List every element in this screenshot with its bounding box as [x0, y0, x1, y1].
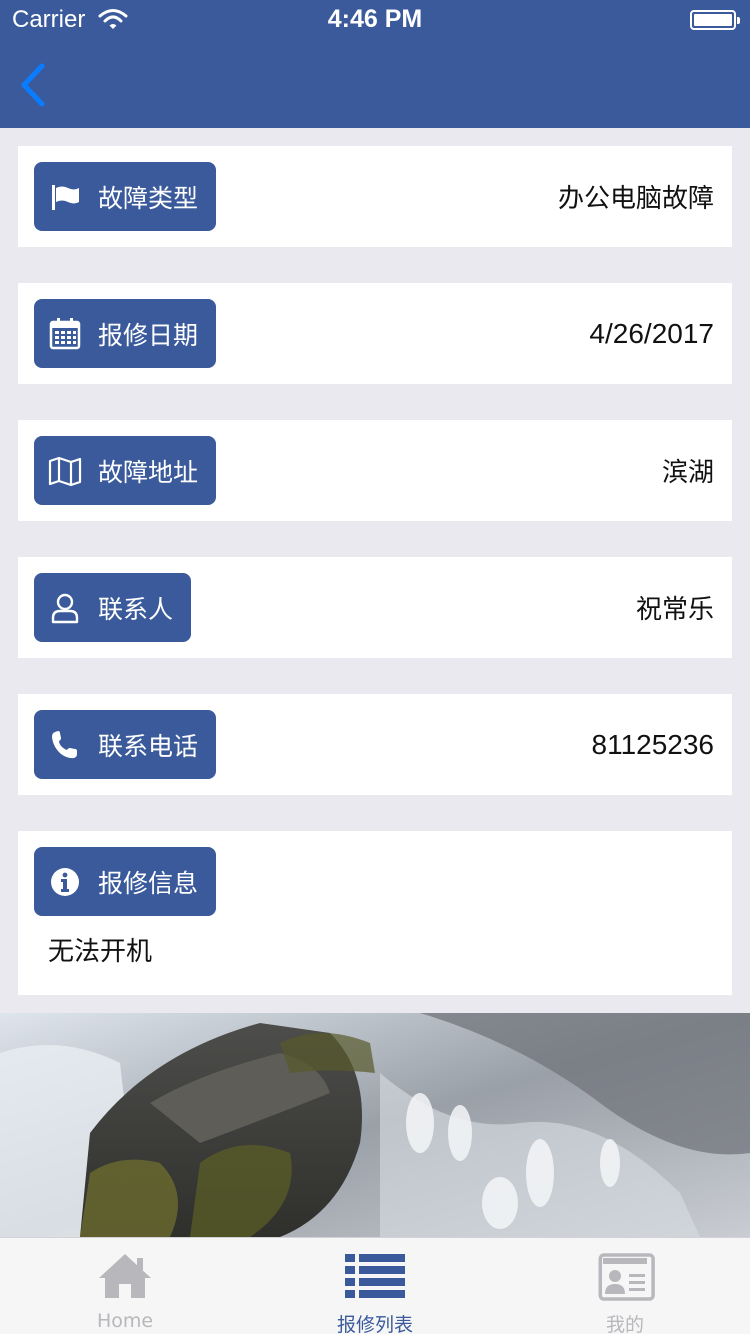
contact-person-badge: 联系人 — [34, 573, 192, 642]
list-icon — [345, 1248, 405, 1304]
fault-address-row: 故障地址 滨湖 — [18, 420, 732, 521]
repair-date-value: 4/26/2017 — [589, 317, 714, 349]
waterfall-rock-photo — [0, 1013, 750, 1237]
back-button[interactable] — [16, 60, 56, 110]
contact-person-value: 祝常乐 — [635, 595, 714, 625]
repair-info-block: 报修信息 无法开机 — [18, 831, 732, 995]
id-card-icon — [595, 1248, 655, 1304]
contact-phone-row: 联系电话 81125236 — [18, 694, 732, 795]
info-icon — [48, 865, 82, 899]
fault-type-badge: 故障类型 — [34, 162, 217, 231]
status-bar: Carrier 4:46 PM — [0, 0, 750, 40]
contact-phone-value: 81125236 — [591, 728, 715, 760]
tab-bar: Home 报修列表 我的 — [0, 1237, 750, 1334]
navigation-bar: Carrier 4:46 PM — [0, 0, 750, 128]
calendar-icon — [48, 317, 82, 351]
fault-type-value: 办公电脑故障 — [557, 184, 714, 214]
fault-type-row: 故障类型 办公电脑故障 — [18, 146, 732, 247]
tab-home[interactable]: Home — [0, 1238, 250, 1334]
tab-home-label: Home — [96, 1310, 154, 1332]
tab-mine[interactable]: 我的 — [500, 1238, 750, 1334]
home-icon — [95, 1248, 155, 1304]
repair-info-badge: 报修信息 — [34, 847, 217, 916]
map-icon — [48, 454, 82, 488]
fault-type-label: 故障类型 — [98, 183, 199, 213]
repair-info-text: 无法开机 — [48, 937, 153, 967]
repair-date-row: 报修日期 4/26/2017 — [18, 283, 732, 384]
fault-address-value: 滨湖 — [661, 458, 714, 488]
tab-repair-list[interactable]: 报修列表 — [250, 1238, 500, 1334]
repair-info-label: 报修信息 — [98, 868, 199, 898]
chevron-left-icon — [21, 63, 45, 107]
phone-icon — [48, 728, 82, 762]
repair-date-badge: 报修日期 — [34, 299, 217, 368]
status-time: 4:46 PM — [327, 5, 423, 33]
contact-phone-badge: 联系电话 — [34, 710, 217, 779]
contact-person-label: 联系人 — [98, 594, 174, 624]
battery-icon — [690, 10, 740, 30]
contact-phone-label: 联系电话 — [98, 731, 199, 761]
tab-mine-label: 我的 — [605, 1314, 644, 1334]
tab-repair-list-label: 报修列表 — [336, 1314, 413, 1334]
user-icon — [48, 591, 82, 625]
repair-date-label: 报修日期 — [98, 320, 199, 350]
fault-address-label: 故障地址 — [98, 457, 199, 487]
contact-person-row: 联系人 祝常乐 — [18, 557, 732, 658]
fault-address-badge: 故障地址 — [34, 436, 217, 505]
flag-icon — [48, 180, 82, 214]
